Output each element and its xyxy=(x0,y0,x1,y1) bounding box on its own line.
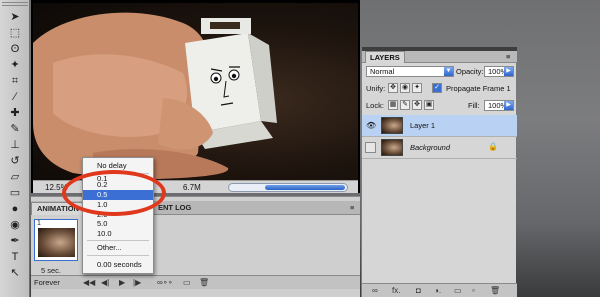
opacity-label: Opacity: xyxy=(456,67,484,76)
new-group-icon[interactable]: ▭ xyxy=(454,286,462,295)
type-tool-icon[interactable]: T xyxy=(8,250,22,264)
delete-frame-button[interactable]: 🗑 xyxy=(199,278,209,287)
brush-tool-icon[interactable]: ✎ xyxy=(8,122,22,136)
lock-icon: 🔒 xyxy=(488,142,498,151)
pen-tool-icon[interactable]: ✒ xyxy=(8,234,22,248)
lock-pixels-icon[interactable]: ✎ xyxy=(400,100,410,110)
document-window: 12.5% 6.7M xyxy=(31,0,360,193)
unify-visibility-icon[interactable]: ◉ xyxy=(400,83,410,93)
photo-hand-holding-paper-figure xyxy=(33,12,277,180)
delay-option-5-0[interactable]: 5.0 xyxy=(83,219,153,229)
chevron-down-icon: ▼ xyxy=(444,67,453,76)
unify-label: Unify: xyxy=(366,84,386,93)
layer-name[interactable]: Layer 1 xyxy=(410,121,435,130)
animation-panel: ANIMATION ENT LOG ≡ 1 5 sec. Forever ◀◀ … xyxy=(31,196,360,297)
delete-layer-icon[interactable]: 🗑 xyxy=(490,286,500,295)
link-layers-icon[interactable]: ∞ xyxy=(372,286,378,295)
tween-button[interactable]: ∞∘∘ xyxy=(157,278,173,287)
dodge-tool-icon[interactable]: ◉ xyxy=(8,218,22,232)
marquee-tool-icon[interactable]: ⬚ xyxy=(8,26,22,40)
eye-icon[interactable]: 👁 xyxy=(366,121,376,131)
propagate-checkbox[interactable]: ✓ xyxy=(432,83,442,93)
previous-frame-button[interactable]: ◀| xyxy=(101,278,109,287)
panel-menu-icon[interactable]: ≡ xyxy=(345,202,359,215)
eyedropper-tool-icon[interactable]: ⁄ xyxy=(8,90,22,104)
document-info[interactable]: 6.7M xyxy=(183,183,201,192)
chevron-down-icon: ▶ xyxy=(504,101,513,110)
delay-option-10-0[interactable]: 10.0 xyxy=(83,229,153,239)
first-frame-button[interactable]: ◀◀ xyxy=(83,278,95,287)
tools-panel: ➤ ⬚ ʘ ✦ ⌗ ⁄ ✚ ✎ ⊥ ↺ ▱ ▭ ● ◉ ✒ T ↖ xyxy=(0,0,30,297)
layers-panel: LAYERS ≡ Normal ▼ Opacity: 100% ▶ Unify:… xyxy=(361,47,517,297)
frame-thumbnail xyxy=(38,228,75,257)
toolbox-grip[interactable] xyxy=(2,2,28,6)
layer-row-layer-1[interactable]: 👁 Layer 1 xyxy=(362,115,517,137)
gradient-tool-icon[interactable]: ▭ xyxy=(8,186,22,200)
lock-transparency-icon[interactable]: ▦ xyxy=(388,100,398,110)
animation-controls-bar: Forever ◀◀ ◀| ▶ |▶ ∞∘∘ ▭ 🗑 xyxy=(31,275,360,289)
layer-style-icon[interactable]: fx. xyxy=(392,286,400,295)
lock-position-icon[interactable]: ✥ xyxy=(412,100,422,110)
layers-footer-toolbar: ∞ fx. ◘ ◑. ▭ ▫ 🗑 xyxy=(362,283,517,297)
path-selection-tool-icon[interactable]: ↖ xyxy=(8,266,22,280)
history-brush-tool-icon[interactable]: ↺ xyxy=(8,154,22,168)
crop-tool-icon[interactable]: ⌗ xyxy=(8,74,22,88)
highlight-circle-annotation xyxy=(62,170,166,216)
unify-position-icon[interactable]: ✥ xyxy=(388,83,398,93)
frame-delay-dropdown[interactable]: 5 sec. xyxy=(41,266,61,275)
loop-options-dropdown[interactable]: Forever xyxy=(34,278,60,287)
adjustment-layer-icon[interactable]: ◑. xyxy=(434,286,441,295)
delay-option-other[interactable]: Other... xyxy=(83,243,153,253)
healing-brush-tool-icon[interactable]: ✚ xyxy=(8,106,22,120)
menu-separator xyxy=(87,255,149,256)
delay-current-value: 0.00 seconds xyxy=(97,260,142,269)
chevron-down-icon: ▶ xyxy=(504,67,513,76)
add-mask-icon[interactable]: ◘ xyxy=(416,286,421,295)
scrollbar-thumb[interactable] xyxy=(265,185,345,190)
new-layer-icon[interactable]: ▫ xyxy=(472,286,475,295)
lock-label: Lock: xyxy=(366,101,384,110)
layer-name[interactable]: Background xyxy=(410,143,450,152)
lasso-tool-icon[interactable]: ʘ xyxy=(8,42,22,56)
horizontal-scrollbar[interactable] xyxy=(228,183,348,192)
move-tool-icon[interactable]: ➤ xyxy=(8,10,22,24)
clone-stamp-tool-icon[interactable]: ⊥ xyxy=(8,138,22,152)
lock-all-icon[interactable]: ▣ xyxy=(424,100,434,110)
layer-thumbnail xyxy=(381,139,403,156)
duplicate-frame-button[interactable]: ▭ xyxy=(183,278,191,287)
magic-wand-tool-icon[interactable]: ✦ xyxy=(8,58,22,72)
fill-label: Fill: xyxy=(468,101,480,110)
next-frame-button[interactable]: |▶ xyxy=(133,278,141,287)
menu-separator xyxy=(87,240,149,241)
fill-field[interactable]: 100% ▶ xyxy=(484,100,514,111)
layers-tab-bar: LAYERS ≡ xyxy=(362,51,517,63)
animation-frame-1[interactable]: 1 xyxy=(34,219,78,261)
tab-layers[interactable]: LAYERS xyxy=(365,51,405,63)
opacity-field[interactable]: 100% ▶ xyxy=(484,66,514,77)
visibility-toggle[interactable] xyxy=(365,142,376,153)
eraser-tool-icon[interactable]: ▱ xyxy=(8,170,22,184)
layer-row-background[interactable]: Background 🔒 xyxy=(362,137,517,159)
document-canvas[interactable] xyxy=(33,3,358,180)
frame-number: 1 xyxy=(37,220,41,227)
blend-mode-value: Normal xyxy=(370,67,395,76)
blend-mode-select[interactable]: Normal ▼ xyxy=(366,66,454,77)
propagate-frame-label: Propagate Frame 1 xyxy=(446,84,511,93)
play-button[interactable]: ▶ xyxy=(119,278,125,287)
panel-menu-icon[interactable]: ≡ xyxy=(506,52,510,61)
layer-thumbnail xyxy=(381,117,403,134)
blur-tool-icon[interactable]: ● xyxy=(8,202,22,216)
unify-style-icon[interactable]: ✦ xyxy=(412,83,422,93)
